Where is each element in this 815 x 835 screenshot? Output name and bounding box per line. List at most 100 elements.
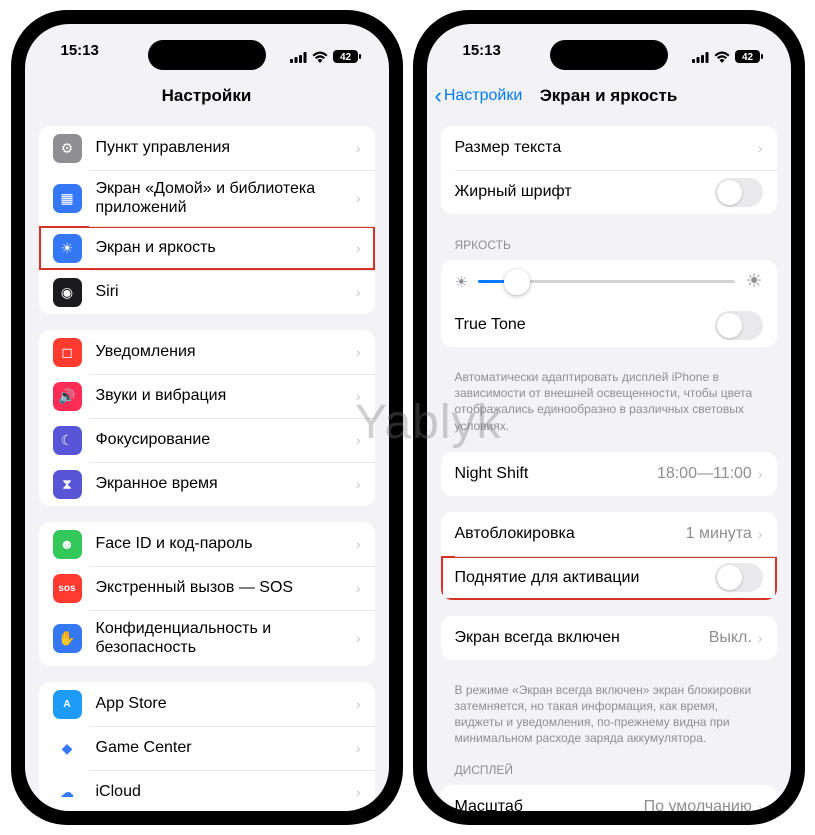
privacy-label: Конфиденциальность и безопасность	[96, 619, 350, 657]
true-tone-label: True Tone	[455, 315, 715, 334]
zoom-label: Масштаб	[455, 797, 644, 811]
zoom-value: По умолчанию	[644, 798, 752, 812]
control-center-icon: ⚙	[53, 134, 82, 163]
focus-label: Фокусирование	[96, 430, 350, 449]
chevron-right-icon: ›	[356, 140, 361, 156]
row-sounds[interactable]: 🔊 Звуки и вибрация ›	[39, 374, 375, 418]
notifications-label: Уведомления	[96, 342, 350, 361]
icloud-label: iCloud	[96, 782, 350, 801]
auto-lock-label: Автоблокировка	[455, 524, 686, 543]
row-sos[interactable]: sosЭкстренный вызов — SOS›	[39, 566, 375, 610]
chevron-right-icon: ›	[356, 284, 361, 300]
app-store-icon: A	[53, 690, 82, 719]
game-center-icon: ◆	[53, 734, 82, 763]
always-on-label: Экран всегда включен	[455, 628, 709, 647]
chevron-right-icon: ›	[356, 580, 361, 596]
row-raise-to-wake[interactable]: Поднятие для активации	[441, 556, 777, 600]
sos-icon: sos	[53, 574, 82, 603]
row-game-center[interactable]: ◆ Game Center ›	[39, 726, 375, 770]
row-siri[interactable]: ◉Siri›	[39, 270, 375, 314]
chevron-right-icon: ›	[356, 476, 361, 492]
navbar-left: Настройки	[25, 74, 389, 118]
chevron-right-icon: ›	[356, 344, 361, 360]
chevron-right-icon: ›	[758, 630, 763, 646]
row-night-shift[interactable]: Night Shift 18:00—11:00 ›	[441, 452, 777, 496]
wifi-icon	[714, 50, 730, 67]
row-always-on[interactable]: Экран всегда включен Выкл. ›	[441, 616, 777, 660]
sun-large-icon: ☀︎	[745, 270, 762, 293]
row-screen-time[interactable]: ⧗Экранное время›	[39, 462, 375, 506]
brightness-slider-row: ☀︎ ☀︎	[441, 260, 777, 303]
back-button[interactable]: ‹ Настройки	[435, 83, 523, 109]
true-tone-toggle[interactable]	[715, 311, 763, 340]
display-brightness-label: Экран и яркость	[96, 238, 350, 257]
raise-to-wake-toggle[interactable]	[715, 563, 763, 592]
face-id-icon: ☻	[53, 530, 82, 559]
display-settings-list[interactable]: Размер текста › Жирный шрифт ЯРКОСТЬ ☀︎ …	[427, 118, 791, 811]
chevron-left-icon: ‹	[435, 83, 442, 109]
auto-lock-value: 1 минута	[686, 525, 752, 543]
row-home-screen[interactable]: ▦Экран «Домой» и библиотека приложений›	[39, 170, 375, 226]
control-center-label: Пункт управления	[96, 138, 350, 157]
chevron-right-icon: ›	[356, 630, 361, 646]
row-display-brightness[interactable]: ☀Экран и яркость›	[39, 226, 375, 270]
battery-icon: 42	[333, 50, 361, 67]
always-on-value: Выкл.	[709, 629, 752, 647]
home-screen-icon: ▦	[53, 184, 82, 213]
sun-small-icon: ☀︎	[455, 273, 468, 291]
chevron-right-icon: ›	[356, 696, 361, 712]
home-screen-label: Экран «Домой» и библиотека приложений	[96, 179, 350, 217]
chevron-right-icon: ›	[758, 140, 763, 156]
row-notifications[interactable]: ◻ Уведомления ›	[39, 330, 375, 374]
chevron-right-icon: ›	[356, 740, 361, 756]
true-tone-footer: Автоматически адаптировать дисплей iPhon…	[427, 363, 791, 436]
page-title: Настройки	[162, 86, 252, 106]
row-true-tone[interactable]: True Tone	[441, 303, 777, 347]
chevron-right-icon: ›	[356, 388, 361, 404]
notifications-icon: ◻	[53, 338, 82, 367]
wifi-icon	[312, 50, 328, 67]
chevron-right-icon: ›	[356, 432, 361, 448]
chevron-right-icon: ›	[758, 526, 763, 542]
row-auto-lock[interactable]: Автоблокировка 1 минута ›	[441, 512, 777, 556]
raise-to-wake-label: Поднятие для активации	[455, 568, 715, 587]
row-app-store[interactable]: A App Store ›	[39, 682, 375, 726]
chevron-right-icon: ›	[758, 799, 763, 812]
screen-time-icon: ⧗	[53, 470, 82, 499]
chevron-right-icon: ›	[356, 784, 361, 800]
status-time: 15:13	[463, 42, 501, 74]
row-face-id[interactable]: ☻ Face ID и код-пароль ›	[39, 522, 375, 566]
signal-icon	[290, 50, 307, 67]
row-privacy[interactable]: ✋ Конфиденциальность и безопасность ›	[39, 610, 375, 666]
sounds-icon: 🔊	[53, 382, 82, 411]
signal-icon	[692, 50, 709, 67]
svg-text:42: 42	[339, 52, 351, 63]
icloud-icon: ☁	[53, 778, 82, 807]
settings-list[interactable]: ⚙ Пункт управления › ▦ Экран «Домой» и библи…	[25, 118, 389, 811]
page-title: Экран и яркость	[540, 86, 678, 106]
row-zoom[interactable]: Масштаб По умолчанию ›	[441, 785, 777, 812]
row-icloud[interactable]: ☁ iCloud ›	[39, 770, 375, 811]
row-text-size[interactable]: Размер текста ›	[441, 126, 777, 170]
sounds-label: Звуки и вибрация	[96, 386, 350, 405]
chevron-right-icon: ›	[758, 466, 763, 482]
svg-text:42: 42	[741, 52, 753, 63]
face-id-label: Face ID и код-пароль	[96, 534, 350, 553]
night-shift-value: 18:00—11:00	[657, 465, 752, 483]
text-size-label: Размер текста	[455, 138, 752, 157]
navbar-right: ‹ Настройки Экран и яркость	[427, 74, 791, 118]
always-on-footer: В режиме «Экран всегда включен» экран бл…	[427, 676, 791, 749]
row-bold-text[interactable]: Жирный шрифт	[441, 170, 777, 214]
row-focus[interactable]: ☾Фокусирование›	[39, 418, 375, 462]
dynamic-island	[550, 40, 668, 70]
app-store-label: App Store	[96, 694, 350, 713]
brightness-slider[interactable]	[478, 280, 736, 283]
display-brightness-icon: ☀	[53, 234, 82, 263]
row-control-center[interactable]: ⚙ Пункт управления ›	[39, 126, 375, 170]
chevron-right-icon: ›	[356, 536, 361, 552]
privacy-icon: ✋	[53, 624, 82, 653]
siri-label: Siri	[96, 282, 350, 301]
bold-text-toggle[interactable]	[715, 178, 763, 207]
game-center-label: Game Center	[96, 738, 350, 757]
night-shift-label: Night Shift	[455, 464, 657, 483]
